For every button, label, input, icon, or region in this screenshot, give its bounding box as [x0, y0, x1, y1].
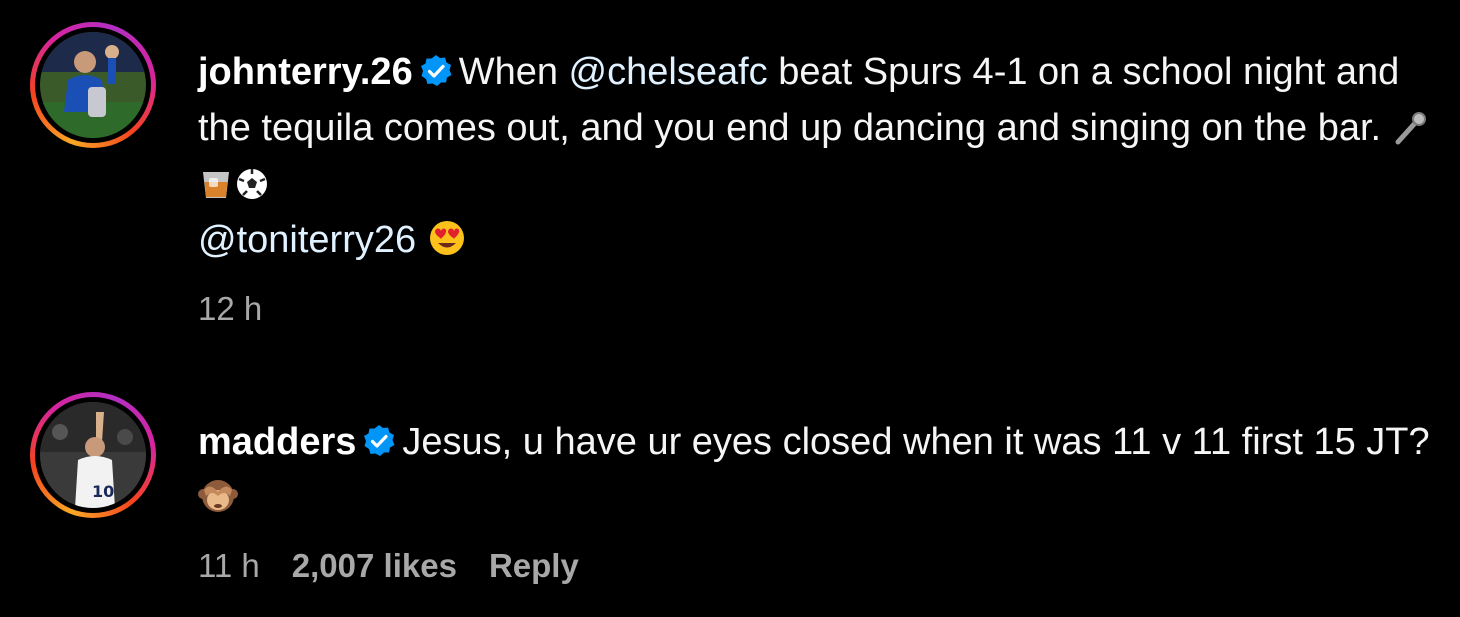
avatar-story-ring[interactable]: 10	[30, 392, 156, 518]
avatar[interactable]: 10	[40, 402, 146, 508]
comment-timestamp: 11 h	[198, 547, 260, 584]
verified-badge-icon	[419, 54, 453, 88]
comment-text: When	[458, 51, 569, 93]
likes-count-link[interactable]: 2,007 likes	[292, 547, 457, 584]
microphone-emoji-icon	[1392, 110, 1428, 146]
reply-button[interactable]: Reply	[489, 547, 579, 584]
comment-body: johnterry.26 When @chelseafc beat Spurs 4…	[198, 44, 1438, 268]
svg-text:10: 10	[92, 482, 114, 501]
soccer-ball-emoji-icon	[234, 166, 270, 202]
comment-timestamp: 12 h	[198, 290, 263, 327]
comment-text: Jesus, u have ur eyes closed when it was…	[402, 421, 1430, 463]
verified-badge-icon	[362, 424, 396, 458]
heart-eyes-emoji-icon	[427, 218, 467, 258]
tumbler-glass-emoji-icon	[198, 166, 234, 202]
avatar-story-ring[interactable]	[30, 22, 156, 148]
comment-body: madders Jesus, u have ur eyes closed when…	[198, 414, 1438, 526]
mention-link[interactable]: @toniterry26	[198, 219, 416, 261]
comment-username[interactable]: madders	[198, 421, 356, 463]
see-no-evil-monkey-emoji-icon	[198, 476, 238, 516]
comment-username[interactable]: johnterry.26	[198, 51, 413, 93]
mention-link[interactable]: @chelseafc	[569, 51, 768, 93]
comment-meta: 12 h	[198, 290, 294, 328]
comment-meta: 11 h 2,007 likes Reply	[198, 547, 611, 585]
avatar[interactable]	[40, 32, 146, 138]
